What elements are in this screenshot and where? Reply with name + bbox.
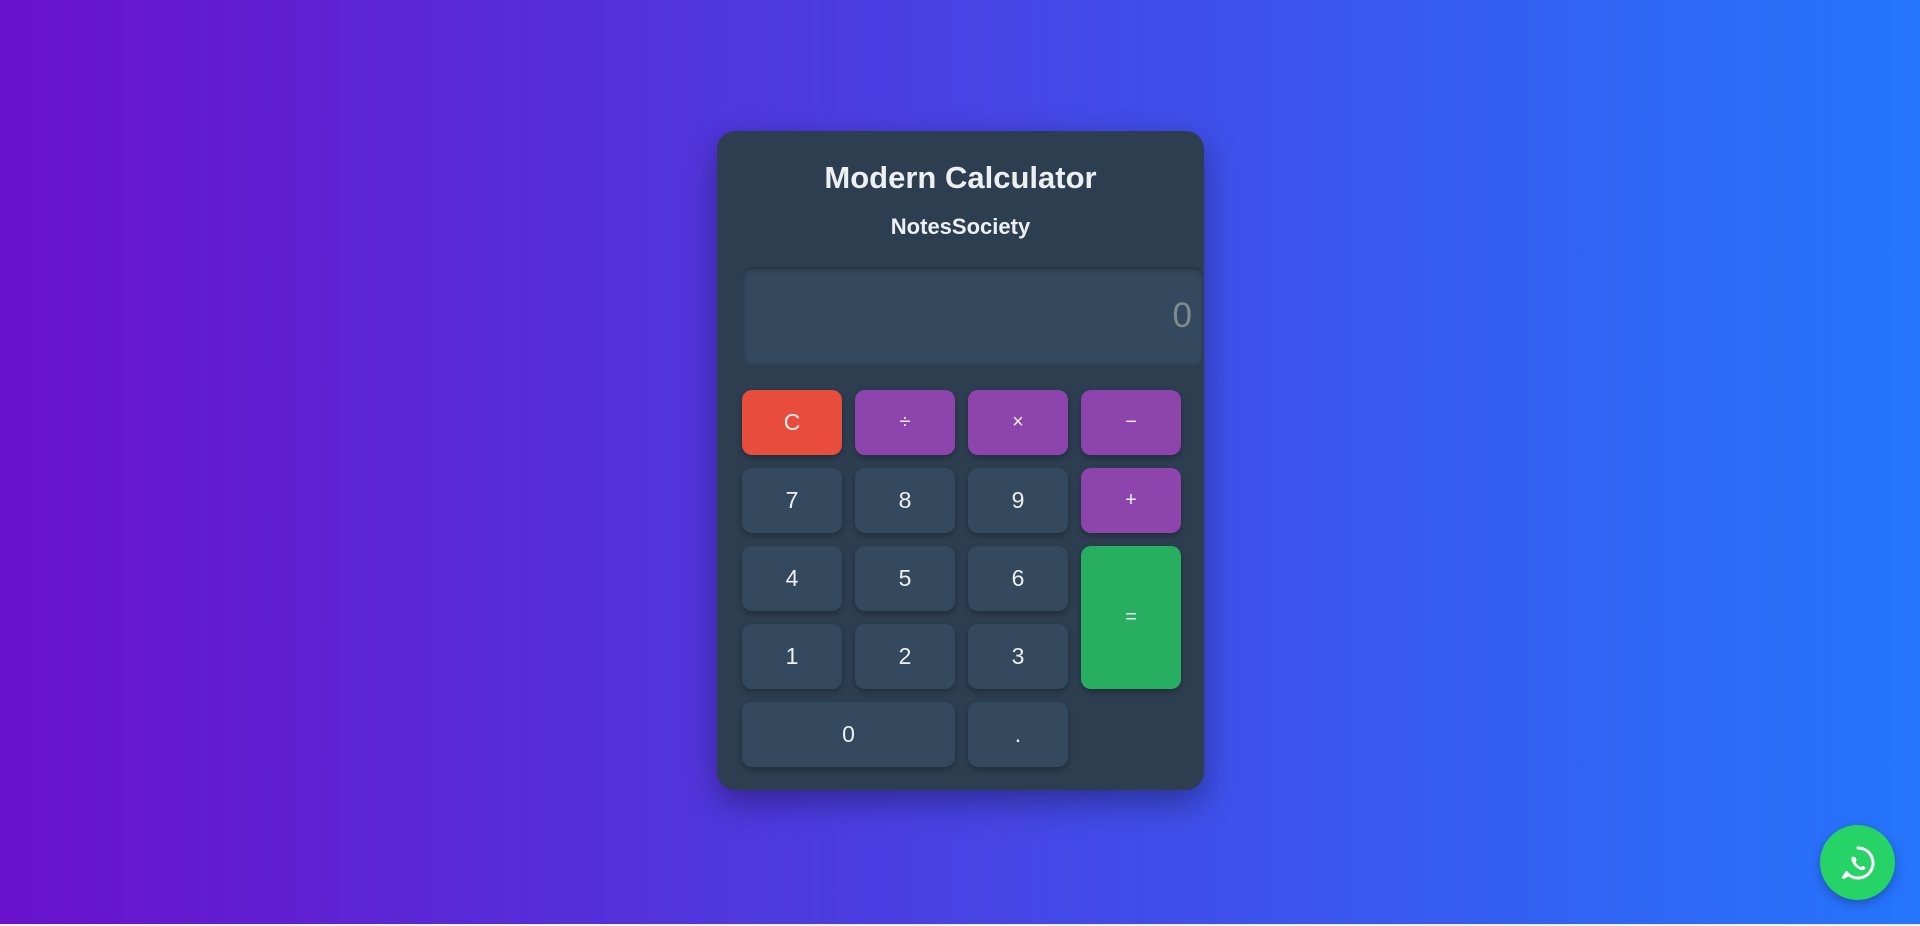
digit-4-button[interactable]: 4 [742, 546, 842, 611]
subtract-button[interactable]: − [1081, 390, 1181, 455]
calculator-title: Modern Calculator [824, 160, 1097, 195]
calculator-display[interactable] [742, 267, 1204, 365]
digit-0-button[interactable]: 0 [742, 702, 955, 767]
digit-3-button[interactable]: 3 [968, 624, 1068, 689]
equals-button[interactable]: = [1081, 546, 1181, 689]
digit-7-button[interactable]: 7 [742, 468, 842, 533]
keypad: C ÷ × − 7 8 9 + 4 5 6 = 1 2 3 0 . [742, 390, 1181, 767]
multiply-button[interactable]: × [968, 390, 1068, 455]
decimal-button[interactable]: . [968, 702, 1068, 767]
calculator-panel: Modern Calculator NotesSociety C ÷ × − 7… [717, 131, 1204, 790]
digit-2-button[interactable]: 2 [855, 624, 955, 689]
digit-9-button[interactable]: 9 [968, 468, 1068, 533]
digit-5-button[interactable]: 5 [855, 546, 955, 611]
add-button[interactable]: + [1081, 468, 1181, 533]
digit-1-button[interactable]: 1 [742, 624, 842, 689]
clear-button[interactable]: C [742, 390, 842, 455]
whatsapp-button[interactable] [1820, 825, 1895, 900]
whatsapp-icon [1841, 845, 1874, 879]
digit-8-button[interactable]: 8 [855, 468, 955, 533]
calculator-subtitle: NotesSociety [890, 214, 1031, 239]
digit-6-button[interactable]: 6 [968, 546, 1068, 611]
divide-button[interactable]: ÷ [855, 390, 955, 455]
